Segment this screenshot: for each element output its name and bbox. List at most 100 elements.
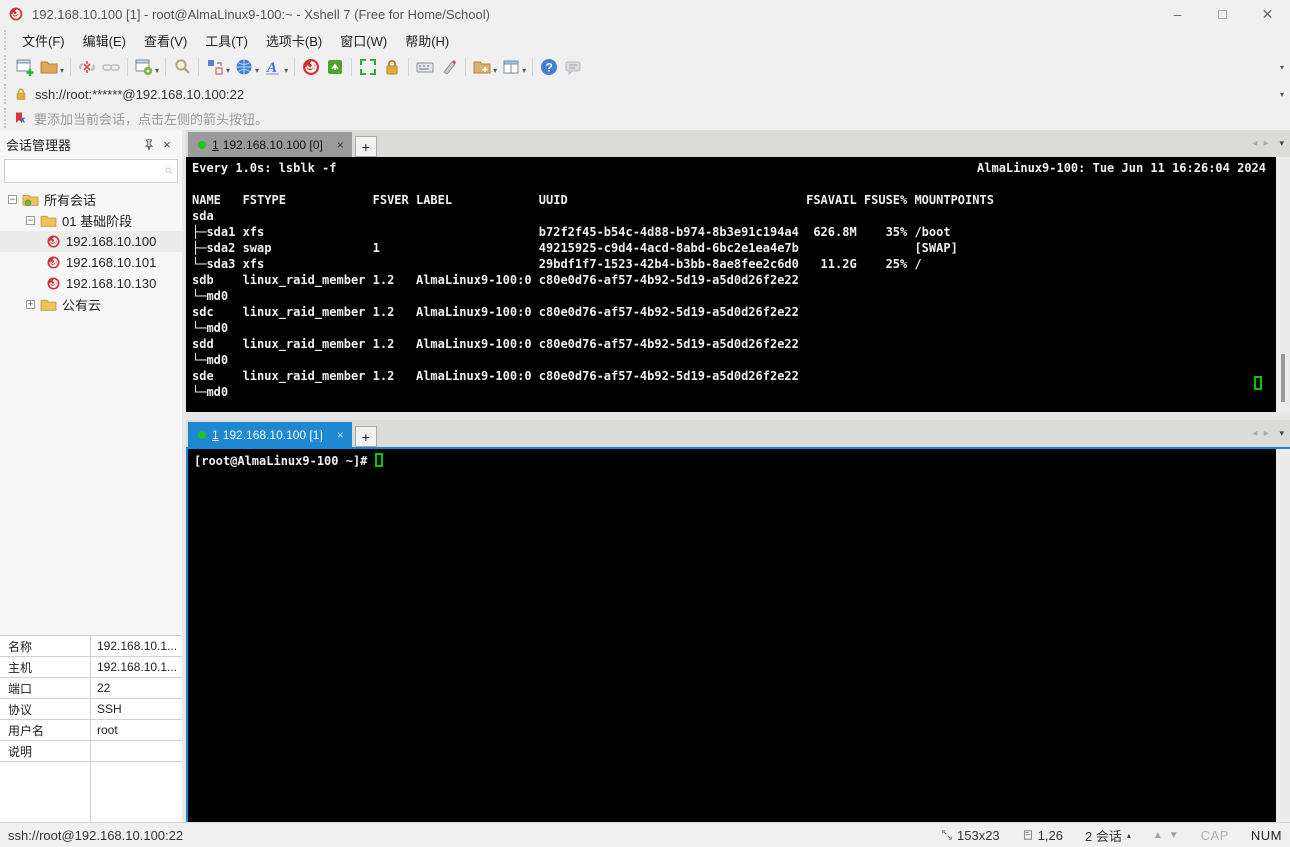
prop-value[interactable]: root bbox=[90, 720, 182, 740]
session-count[interactable]: 2 会话 ▴ bbox=[1085, 826, 1131, 845]
close-button[interactable]: ✕ bbox=[1245, 0, 1290, 28]
new-session-folder-icon[interactable] bbox=[471, 56, 493, 78]
status-bar: ssh://root@192.168.10.100:22 153x23 1,26… bbox=[0, 822, 1290, 847]
menu-file[interactable]: 文件(F) bbox=[13, 28, 74, 53]
minimize-button[interactable]: – bbox=[1155, 0, 1200, 28]
highlight-pen-icon[interactable] bbox=[438, 56, 460, 78]
xftp-icon[interactable] bbox=[324, 56, 346, 78]
new-tab-button[interactable]: + bbox=[354, 426, 377, 447]
toolbar-separator bbox=[127, 58, 129, 76]
address-url[interactable]: ssh://root:******@192.168.10.100:22 bbox=[35, 87, 1280, 102]
feedback-icon[interactable] bbox=[562, 56, 584, 78]
tree-item-public-cloud[interactable]: + 公有云 bbox=[0, 294, 182, 315]
prop-value[interactable]: 22 bbox=[90, 678, 182, 698]
terminal-pane-0[interactable]: Every 1.0s: lsblk -f AlmaLinux9-100: Tue… bbox=[186, 157, 1290, 412]
scroll-down-icon[interactable]: ▼ bbox=[1169, 830, 1179, 841]
virtual-keyboard-icon[interactable] bbox=[414, 56, 436, 78]
tree-item-session-101[interactable]: 192.168.10.101 bbox=[0, 252, 182, 273]
layout-icon[interactable] bbox=[500, 56, 522, 78]
toolbar-gripper bbox=[4, 55, 9, 79]
prop-value[interactable]: 192.168.10.1... bbox=[90, 636, 182, 656]
font-icon[interactable]: A bbox=[262, 56, 284, 78]
session-search-input[interactable] bbox=[5, 161, 164, 181]
tab-close-icon[interactable]: × bbox=[337, 138, 344, 152]
num-lock-indicator: NUM bbox=[1250, 827, 1282, 843]
collapse-toggle-icon[interactable]: − bbox=[26, 216, 35, 225]
tree-item-label[interactable]: 192.168.10.101 bbox=[66, 255, 156, 270]
search-icon[interactable] bbox=[164, 164, 173, 178]
tab-session-1[interactable]: 1 192.168.10.100 [1] × bbox=[188, 422, 352, 447]
font-caret-icon[interactable]: ▾ bbox=[284, 66, 288, 75]
tree-item-label[interactable]: 所有会话 bbox=[44, 190, 96, 209]
scroll-up-icon[interactable]: ▲ bbox=[1153, 830, 1163, 841]
layout-caret-icon[interactable]: ▾ bbox=[522, 66, 526, 75]
help-icon[interactable]: ? bbox=[538, 56, 560, 78]
tree-item-all-sessions[interactable]: − 所有会话 bbox=[0, 189, 182, 210]
session-count-dropdown-icon[interactable]: ▴ bbox=[1127, 831, 1131, 840]
new-session-icon[interactable] bbox=[14, 56, 36, 78]
lock-screen-icon[interactable] bbox=[381, 56, 403, 78]
pin-panel-icon[interactable] bbox=[140, 135, 158, 153]
prop-row-port: 端口 22 bbox=[0, 678, 182, 699]
maximize-button[interactable]: □ bbox=[1200, 0, 1245, 28]
prop-value[interactable] bbox=[90, 741, 182, 761]
connected-dot-icon bbox=[198, 140, 206, 149]
new-session-folder-caret-icon[interactable]: ▾ bbox=[493, 66, 497, 75]
tab-list-dropdown-icon[interactable]: ▾ bbox=[1279, 138, 1284, 149]
find-icon[interactable] bbox=[171, 56, 193, 78]
scroll-tabs-right-icon[interactable]: ▸ bbox=[1263, 428, 1268, 439]
toolbar-gripper bbox=[4, 30, 9, 50]
tab-list-dropdown-icon[interactable]: ▾ bbox=[1279, 428, 1284, 439]
new-tab-button[interactable]: + bbox=[354, 136, 377, 157]
tab-close-icon[interactable]: × bbox=[337, 428, 344, 442]
prop-value[interactable]: 192.168.10.1... bbox=[90, 657, 182, 677]
tree-item-session-130[interactable]: 192.168.10.130 bbox=[0, 273, 182, 294]
terminal-scrollbar[interactable] bbox=[1276, 449, 1290, 822]
web-tools-icon[interactable] bbox=[233, 56, 255, 78]
terminal-scrollbar[interactable] bbox=[1276, 157, 1290, 412]
tab-session-0[interactable]: 1 192.168.10.100 [0] × bbox=[188, 132, 352, 157]
terminal-pane-1[interactable]: [root@AlmaLinux9-100 ~]# bbox=[186, 447, 1290, 822]
open-sessions-icon[interactable] bbox=[38, 56, 60, 78]
title-bar: 192.168.10.100 [1] - root@AlmaLinux9-100… bbox=[0, 0, 1290, 28]
menu-help[interactable]: 帮助(H) bbox=[396, 28, 458, 53]
transfer-caret-icon[interactable]: ▾ bbox=[226, 66, 230, 75]
menu-tabs[interactable]: 选项卡(B) bbox=[257, 28, 331, 53]
xshell-window: 192.168.10.100 [1] - root@AlmaLinux9-100… bbox=[0, 0, 1290, 847]
scroll-tabs-left-icon[interactable]: ◂ bbox=[1252, 428, 1257, 439]
toolbar-overflow-icon[interactable]: ▾ bbox=[1280, 63, 1284, 72]
prop-value[interactable]: SSH bbox=[90, 699, 182, 719]
terminal-size-indicator: 153x23 bbox=[941, 828, 1000, 843]
session-properties-caret-icon[interactable]: ▾ bbox=[155, 66, 159, 75]
scroll-tabs-right-icon[interactable]: ▸ bbox=[1263, 138, 1268, 149]
prop-row-username: 用户名 root bbox=[0, 720, 182, 741]
tab-strip-bottom: 1 192.168.10.100 [1] × + ◂ ▸ ▾ bbox=[186, 420, 1290, 447]
menu-tools[interactable]: 工具(T) bbox=[196, 28, 257, 53]
disconnect-icon[interactable] bbox=[76, 56, 98, 78]
transfer-icon[interactable] bbox=[204, 56, 226, 78]
tree-item-label[interactable]: 公有云 bbox=[62, 295, 101, 314]
web-tools-caret-icon[interactable]: ▾ bbox=[255, 66, 259, 75]
collapse-toggle-icon[interactable]: − bbox=[8, 195, 17, 204]
tree-item-label[interactable]: 192.168.10.100 bbox=[66, 234, 156, 249]
session-manager-title: 会话管理器 bbox=[6, 137, 72, 153]
address-dropdown-icon[interactable]: ▾ bbox=[1280, 90, 1284, 99]
menu-view[interactable]: 查看(V) bbox=[135, 28, 196, 53]
tree-item-label[interactable]: 192.168.10.130 bbox=[66, 276, 156, 291]
reconnect-icon[interactable] bbox=[100, 56, 122, 78]
tree-item-folder-01[interactable]: − 01 基础阶段 bbox=[0, 210, 182, 231]
menu-edit[interactable]: 编辑(E) bbox=[74, 28, 135, 53]
session-properties-icon[interactable] bbox=[133, 56, 155, 78]
tree-item-session-100[interactable]: 192.168.10.100 bbox=[0, 231, 182, 252]
close-panel-icon[interactable]: × bbox=[158, 135, 176, 153]
xshell-icon[interactable] bbox=[300, 56, 322, 78]
scrollbar-thumb[interactable] bbox=[1281, 354, 1285, 402]
fullscreen-icon[interactable] bbox=[357, 56, 379, 78]
pane-splitter[interactable] bbox=[186, 412, 1290, 420]
session-search-box[interactable] bbox=[4, 159, 178, 183]
open-sessions-caret-icon[interactable]: ▾ bbox=[60, 66, 64, 75]
tree-item-label[interactable]: 01 基础阶段 bbox=[62, 211, 132, 230]
expand-toggle-icon[interactable]: + bbox=[26, 300, 35, 309]
menu-window[interactable]: 窗口(W) bbox=[331, 28, 396, 53]
scroll-tabs-left-icon[interactable]: ◂ bbox=[1252, 138, 1257, 149]
